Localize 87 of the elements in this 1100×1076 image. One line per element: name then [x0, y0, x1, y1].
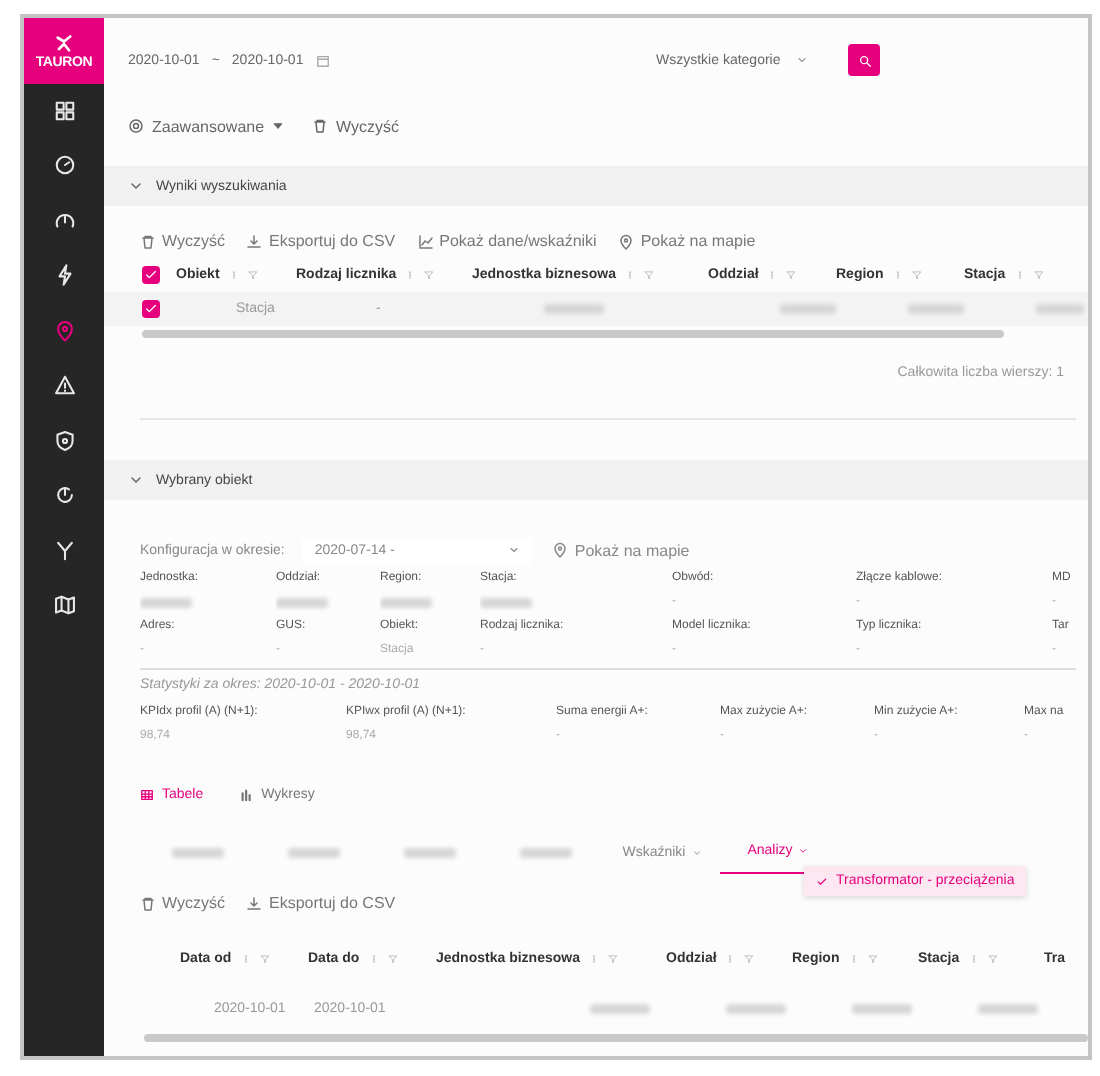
fork-icon[interactable] — [53, 539, 75, 561]
blurred-value — [140, 597, 192, 607]
logo-mark-icon — [50, 33, 78, 53]
advanced-button[interactable]: Zaawansowane — [128, 117, 285, 135]
blurred-value — [380, 597, 432, 607]
checkbox[interactable] — [142, 300, 160, 318]
sort-icon — [229, 268, 238, 282]
speedometer-icon[interactable] — [53, 209, 75, 231]
filter-icon — [744, 953, 755, 963]
toolbar-button[interactable]: Pokaż dane/wskaźniki — [417, 232, 597, 250]
blurred-value — [726, 1003, 786, 1013]
chevron-icon — [691, 847, 702, 857]
toolbar-button[interactable]: Eksportuj do CSV — [246, 894, 396, 912]
blurred-value — [480, 597, 532, 607]
sort-icon — [1015, 268, 1024, 282]
blurred-value — [276, 597, 328, 607]
clear-button[interactable]: Wyczyść — [312, 117, 400, 135]
sort-icon — [969, 951, 978, 965]
blurred-value — [590, 1003, 650, 1013]
toolbar-button[interactable]: Wyczyść — [140, 894, 225, 912]
toolbar-button[interactable]: Pokaż na mapie — [618, 232, 756, 250]
checkmark-icon — [816, 875, 828, 887]
sort-icon — [768, 268, 777, 282]
blurred-value — [172, 847, 224, 857]
chevron-icon — [128, 472, 144, 488]
warning-icon[interactable] — [53, 374, 75, 396]
sort-icon — [369, 951, 378, 965]
filter-icon — [247, 270, 258, 280]
toolbar-button[interactable]: Eksportuj do CSV — [246, 232, 396, 250]
blurred-value — [404, 847, 456, 857]
sort-icon — [726, 951, 735, 965]
sort-icon — [241, 951, 250, 965]
bar-chart-icon — [239, 787, 254, 801]
trash-icon — [140, 895, 156, 911]
checkmark-icon — [144, 268, 158, 282]
search-icon — [857, 53, 871, 67]
filter-icon — [867, 953, 878, 963]
filter-icon — [1033, 270, 1044, 280]
calendar-icon — [315, 53, 330, 67]
filter-icon — [911, 270, 922, 280]
checkmark-icon — [144, 302, 158, 316]
blurred-value — [908, 304, 964, 314]
toolbar-button[interactable]: Wyczyść — [140, 232, 225, 250]
map-icon[interactable] — [53, 594, 75, 616]
location-pin-icon — [618, 233, 635, 249]
filter-icon — [786, 270, 797, 280]
caret-icon — [272, 120, 285, 132]
blurred-value — [520, 847, 572, 857]
table-icon — [140, 787, 154, 801]
horizontal-scrollbar[interactable] — [144, 1034, 1088, 1042]
sort-icon — [849, 951, 858, 965]
location-pin-icon — [552, 542, 569, 558]
filter-icon — [424, 270, 435, 280]
blurred-value — [288, 847, 340, 857]
blurred-value — [1036, 304, 1084, 314]
chevron-icon — [798, 846, 809, 856]
trash-icon — [140, 233, 156, 249]
blurred-value — [978, 1003, 1038, 1013]
trash-icon — [312, 118, 329, 134]
filter-icon — [643, 270, 654, 280]
sort-icon — [625, 268, 634, 282]
chevron-icon — [796, 54, 809, 66]
grid-icon[interactable] — [53, 99, 75, 121]
blurred-value — [544, 304, 604, 314]
horizontal-scrollbar[interactable] — [142, 330, 1004, 338]
filter-icon — [387, 953, 398, 963]
filter-icon — [987, 953, 998, 963]
filter-icon — [607, 953, 618, 963]
sort-icon — [589, 951, 598, 965]
download-icon — [246, 233, 263, 249]
gauge-icon[interactable] — [53, 154, 75, 176]
shield-icon[interactable] — [53, 429, 75, 451]
lightning-icon[interactable] — [53, 264, 75, 286]
search-button[interactable] — [848, 44, 880, 76]
blurred-value — [852, 1003, 912, 1013]
map-button[interactable]: Pokaż na mapie — [552, 541, 690, 559]
download-icon — [246, 895, 263, 911]
location-pin-icon[interactable] — [53, 319, 75, 341]
checkbox[interactable] — [142, 266, 160, 284]
sort-icon — [406, 268, 415, 282]
blurred-value — [780, 304, 836, 314]
chevron-icon — [128, 178, 144, 194]
sort-icon — [893, 268, 902, 282]
chevron-icon — [508, 544, 521, 556]
line-chart-icon — [417, 233, 434, 249]
refresh-icon[interactable] — [53, 484, 75, 506]
filter-icon — [259, 953, 270, 963]
